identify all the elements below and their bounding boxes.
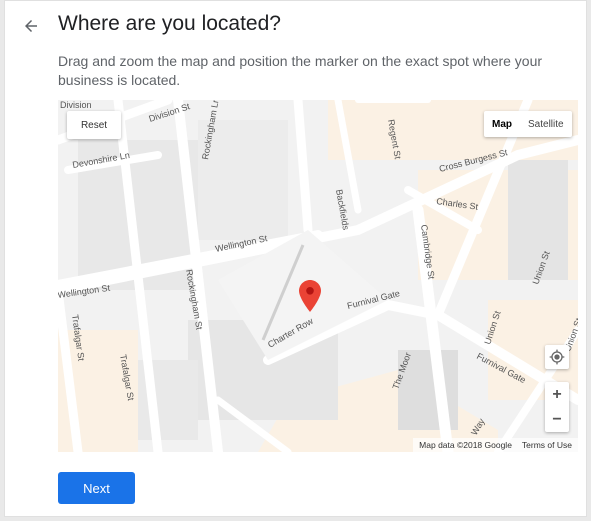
- zoom-out-button[interactable]: −: [545, 407, 569, 432]
- zoom-in-button[interactable]: +: [545, 382, 569, 407]
- map-canvas[interactable]: Division Division St Devonshire Ln Rocki…: [58, 100, 578, 452]
- location-card: Where are you located? Drag and zoom the…: [4, 0, 587, 517]
- street-label-backfields: Backfields: [334, 189, 351, 232]
- arrow-left-icon: [25, 20, 37, 32]
- my-location-icon: [549, 349, 565, 365]
- terms-of-use-link[interactable]: Terms of Use: [522, 440, 572, 450]
- zoom-control: + −: [545, 382, 569, 432]
- next-button[interactable]: Next: [58, 472, 135, 504]
- street-label-division-edge: Division: [60, 100, 92, 110]
- map-type-satellite-button[interactable]: Satellite: [520, 111, 572, 137]
- page-description: Drag and zoom the map and position the m…: [58, 53, 543, 88]
- reset-button[interactable]: Reset: [67, 111, 121, 139]
- map-view[interactable]: Division Division St Devonshire Ln Rocki…: [58, 100, 578, 452]
- my-location-button[interactable]: [545, 345, 569, 369]
- map-type-map-button[interactable]: Map: [484, 111, 520, 137]
- map-type-toggle: Map Satellite: [484, 111, 572, 137]
- page-title: Where are you located?: [58, 12, 281, 35]
- back-button[interactable]: [19, 14, 43, 38]
- map-pin-icon[interactable]: [299, 280, 321, 312]
- map-attribution: Map data ©2018 Google Terms of Use: [413, 438, 578, 452]
- attribution-text: Map data ©2018 Google: [419, 440, 512, 450]
